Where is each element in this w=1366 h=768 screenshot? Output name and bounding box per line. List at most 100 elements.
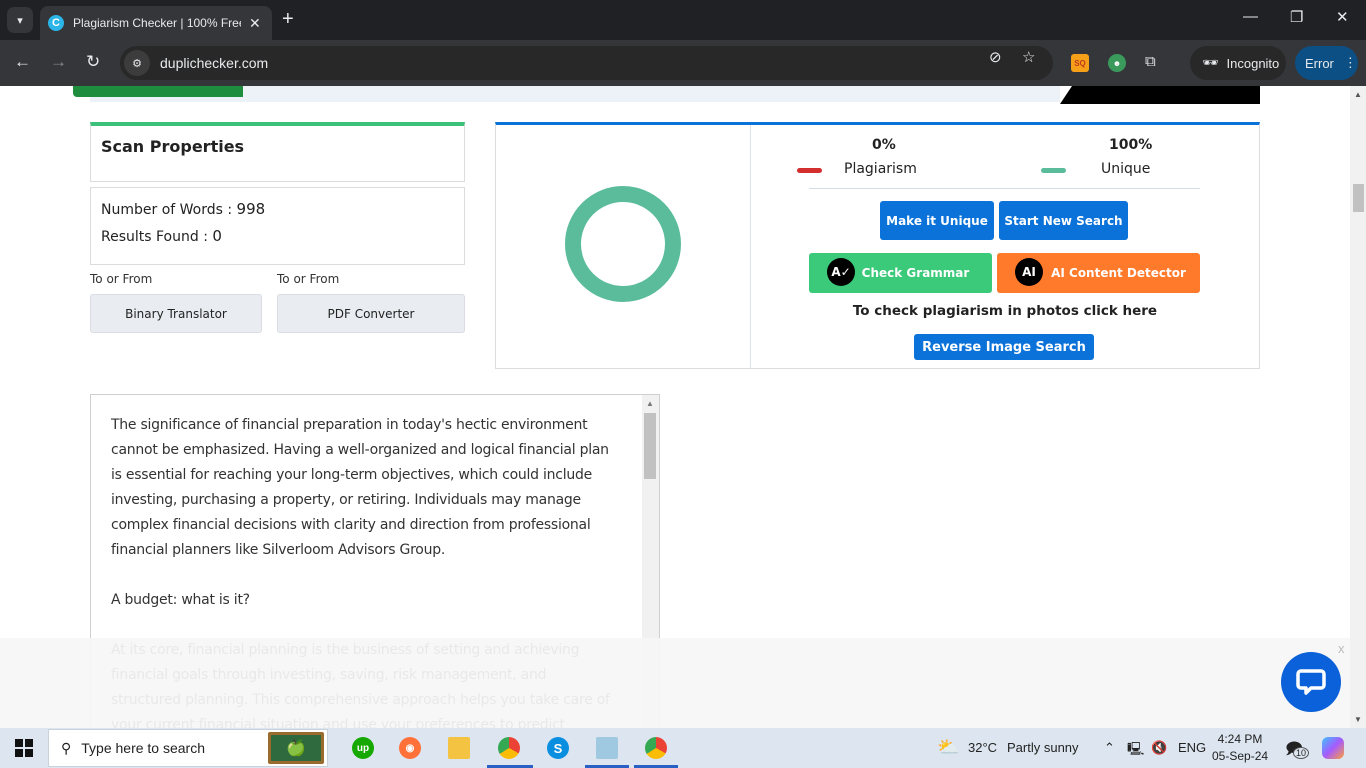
word-count: Number of Words : 998 <box>101 200 454 218</box>
address-bar[interactable]: ⚙ duplichecker.com <box>120 46 1053 80</box>
text-paragraph: A budget: what is it? <box>111 592 250 608</box>
overlay-close-button[interactable]: x <box>1338 641 1345 656</box>
profile-error-button[interactable]: Error ⋮ <box>1295 46 1358 80</box>
scroll-up-arrow-icon[interactable]: ▲ <box>646 399 654 408</box>
clock-date: 05-Sep-24 <box>1212 749 1269 763</box>
tool-caption: To or From <box>90 272 153 286</box>
incognito-icon: 🕶 <box>1202 55 1219 70</box>
results-found-label: Results Found : <box>101 229 213 245</box>
close-window-icon[interactable]: ✕ <box>1336 8 1349 26</box>
binary-translator-button[interactable]: Binary Translator <box>90 294 262 333</box>
chalkboard-apple-icon[interactable]: 🍏 <box>268 732 324 764</box>
legend-divider <box>809 188 1200 189</box>
page-scroll-thumb[interactable] <box>1353 184 1364 212</box>
bookmark-star-icon[interactable]: ☆ <box>1022 48 1035 66</box>
bottom-ad-overlay <box>0 638 1350 728</box>
chrome-profile-icon[interactable] <box>645 737 667 759</box>
chevron-down-icon: ▾ <box>17 14 23 27</box>
volume-muted-icon[interactable]: 🔇 <box>1151 740 1167 756</box>
clock-time: 4:24 PM <box>1217 732 1263 746</box>
incognito-label: Incognito <box>1226 55 1280 71</box>
weather-description[interactable]: Partly sunny <box>1007 740 1079 755</box>
error-label: Error <box>1305 55 1334 71</box>
scan-stats-card: Number of Words : 998 Results Found : 0 <box>90 187 465 265</box>
page-viewport: Scan Properties Number of Words : 998 Re… <box>0 86 1350 728</box>
text-area-scroll-thumb[interactable] <box>644 413 656 479</box>
chrome-profile-w-icon[interactable] <box>498 737 520 759</box>
start-new-search-button[interactable]: Start New Search <box>999 201 1128 240</box>
scroll-up-arrow-icon[interactable]: ▲ <box>1354 90 1362 99</box>
donut-unique-segment <box>565 186 681 302</box>
plagiarism-percentage: 0% <box>872 137 896 153</box>
make-it-unique-button[interactable]: Make it Unique <box>880 201 994 240</box>
notepad-icon[interactable] <box>596 737 618 759</box>
tab-search-button[interactable]: ▾ <box>7 7 33 33</box>
chat-bubble-icon <box>1296 669 1326 695</box>
unique-legend-swatch <box>1041 168 1066 173</box>
copilot-icon[interactable] <box>1322 737 1344 759</box>
plagiarism-legend-label: Plagiarism <box>844 161 917 177</box>
top-banner-green-tab <box>73 86 243 97</box>
more-menu-icon: ⋮ <box>1343 55 1357 70</box>
language-indicator[interactable]: ENG <box>1178 740 1206 755</box>
unique-percentage: 100% <box>1109 137 1153 153</box>
browser-tab[interactable]: C Plagiarism Checker | 100% Free ✕ <box>40 6 272 40</box>
minimize-icon[interactable]: — <box>1243 8 1258 25</box>
reload-icon[interactable]: ↻ <box>86 52 100 72</box>
weather-temp[interactable]: 32°C <box>968 740 997 755</box>
forward-icon[interactable]: → <box>50 52 67 72</box>
extensions-puzzle-icon[interactable]: ⧉ <box>1145 53 1156 70</box>
seoquake-extension-icon[interactable]: SQ <box>1071 54 1089 72</box>
restore-icon[interactable]: ❐ <box>1290 8 1303 26</box>
unique-legend-label: Unique <box>1101 161 1151 177</box>
upwork-icon[interactable]: up <box>352 737 374 759</box>
tool-caption: To or From <box>277 272 340 286</box>
skype-icon[interactable]: S <box>547 737 569 759</box>
tab-title: Plagiarism Checker | 100% Free <box>73 16 241 30</box>
tracking-protection-eye-icon[interactable]: ⊘ <box>989 48 1002 66</box>
check-grammar-button[interactable]: A✓ Check Grammar <box>809 253 992 293</box>
check-grammar-label: Check Grammar <box>861 266 970 280</box>
scan-properties-card: Scan Properties <box>90 122 465 182</box>
duplichecker-favicon-icon: C <box>48 15 64 31</box>
card-divider <box>750 125 751 369</box>
plagiarism-legend-swatch <box>797 168 822 173</box>
weather-icon[interactable]: ⛅ <box>937 737 959 758</box>
url-text[interactable]: duplichecker.com <box>160 55 268 71</box>
network-icon[interactable]: 🖳 <box>1127 740 1144 762</box>
plagiarism-donut-chart <box>565 186 681 302</box>
site-info-icon[interactable]: ⚙ <box>124 50 150 76</box>
scan-properties-title: Scan Properties <box>101 137 245 156</box>
taskbar-search-placeholder: Type here to search <box>81 740 206 756</box>
grammar-check-icon: A✓ <box>827 258 855 286</box>
ai-icon: AI <box>1015 258 1043 286</box>
ai-content-detector-button[interactable]: AI AI Content Detector <box>997 253 1200 293</box>
browser-toolbar: ← → ↻ ⚙ duplichecker.com ⊘ ☆ SQ ☻ ⧉ 🕶 In… <box>0 40 1366 86</box>
scroll-down-arrow-icon[interactable]: ▼ <box>1354 715 1362 724</box>
file-explorer-icon[interactable] <box>448 737 470 759</box>
photo-check-text: To check plagiarism in photos click here <box>852 303 1158 319</box>
taskbar-clock[interactable]: 4:24 PM 05-Sep-24 <box>1212 731 1268 765</box>
results-found: Results Found : 0 <box>101 227 454 245</box>
word-count-label: Number of Words : <box>101 202 237 218</box>
firefox-icon[interactable]: ◉ <box>399 737 421 759</box>
live-chat-button[interactable] <box>1281 652 1341 712</box>
text-paragraph: The significance of financial preparatio… <box>111 417 609 558</box>
reverse-image-search-button[interactable]: Reverse Image Search <box>914 334 1094 360</box>
page-scrollbar[interactable]: ▲ ▼ <box>1350 86 1366 728</box>
word-count-value: 998 <box>236 200 266 218</box>
ai-content-detector-label: AI Content Detector <box>1051 266 1186 280</box>
close-tab-icon[interactable]: ✕ <box>249 15 261 32</box>
incognito-indicator[interactable]: 🕶 Incognito <box>1190 46 1286 80</box>
back-icon[interactable]: ← <box>14 52 31 72</box>
notification-count-badge: 10 <box>1293 747 1310 759</box>
result-card: 0% 100% Plagiarism Unique Make it Unique… <box>495 122 1260 369</box>
new-tab-button[interactable]: + <box>282 8 294 31</box>
browser-tab-bar: ▾ C Plagiarism Checker | 100% Free ✕ + —… <box>0 0 1366 40</box>
show-hidden-icons-chevron-icon[interactable]: ⌃ <box>1104 740 1115 756</box>
search-icon: ⚲ <box>61 739 72 756</box>
robot-extension-icon[interactable]: ☻ <box>1108 54 1126 72</box>
top-banner-black-block <box>1060 86 1260 104</box>
pdf-converter-button[interactable]: PDF Converter <box>277 294 465 333</box>
windows-start-icon[interactable] <box>15 739 33 757</box>
